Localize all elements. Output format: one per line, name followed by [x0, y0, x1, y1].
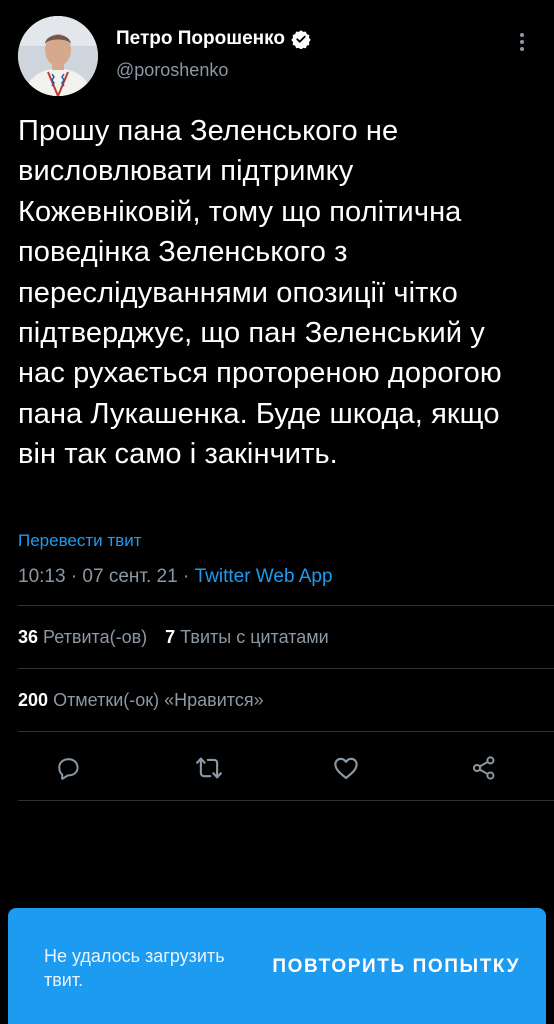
author-name[interactable]: Петро Порошенко	[116, 28, 285, 50]
translate-link[interactable]: Перевести твит	[18, 531, 141, 551]
more-vertical-icon[interactable]	[512, 30, 532, 54]
tweet-actions	[0, 748, 554, 788]
heart-icon[interactable]	[326, 748, 366, 788]
divider	[18, 668, 554, 669]
retweet-stats: 36 Ретвита(-ов) 7 Твиты с цитатами	[18, 627, 329, 648]
divider	[18, 605, 554, 606]
divider	[18, 800, 554, 801]
error-toast: Не удалось загрузить твит. ПОВТОРИТЬ ПОП…	[8, 908, 546, 1024]
likes-stats: 200 Отметки(-ок) «Нравится»	[18, 690, 264, 711]
tweet-header: Петро Порошенко @poroshenko	[18, 16, 536, 98]
quotes-stat[interactable]: 7 Твиты с цитатами	[165, 627, 329, 648]
retweets-stat[interactable]: 36 Ретвита(-ов)	[18, 627, 147, 648]
tweet-meta: 10:13 · 07 сент. 21 · Twitter Web App	[18, 566, 333, 588]
tweet-source-link[interactable]: Twitter Web App	[195, 566, 333, 587]
share-icon[interactable]	[464, 748, 504, 788]
author-handle[interactable]: @poroshenko	[116, 60, 311, 81]
retweets-count: 36	[18, 627, 39, 647]
toast-message: Не удалось загрузить твит.	[44, 946, 225, 990]
quotes-label: Твиты с цитатами	[180, 627, 329, 647]
quotes-count: 7	[165, 627, 176, 647]
tweet-text: Прошу пана Зеленського не висловлювати п…	[18, 115, 502, 471]
likes-stat[interactable]: 200 Отметки(-ок) «Нравится»	[18, 690, 264, 710]
verified-badge-icon	[291, 29, 311, 50]
tweet-timestamp[interactable]: 10:13 · 07 сент. 21 ·	[18, 566, 195, 587]
retry-button[interactable]: ПОВТОРИТЬ ПОПЫТКУ	[272, 956, 520, 978]
divider	[18, 731, 554, 732]
avatar[interactable]	[18, 16, 98, 96]
retweet-icon[interactable]	[189, 748, 229, 788]
retweets-label: Ретвита(-ов)	[43, 627, 148, 647]
likes-count: 200	[18, 690, 49, 710]
likes-label: Отметки(-ок) «Нравится»	[53, 690, 264, 710]
comment-icon[interactable]	[48, 748, 88, 788]
